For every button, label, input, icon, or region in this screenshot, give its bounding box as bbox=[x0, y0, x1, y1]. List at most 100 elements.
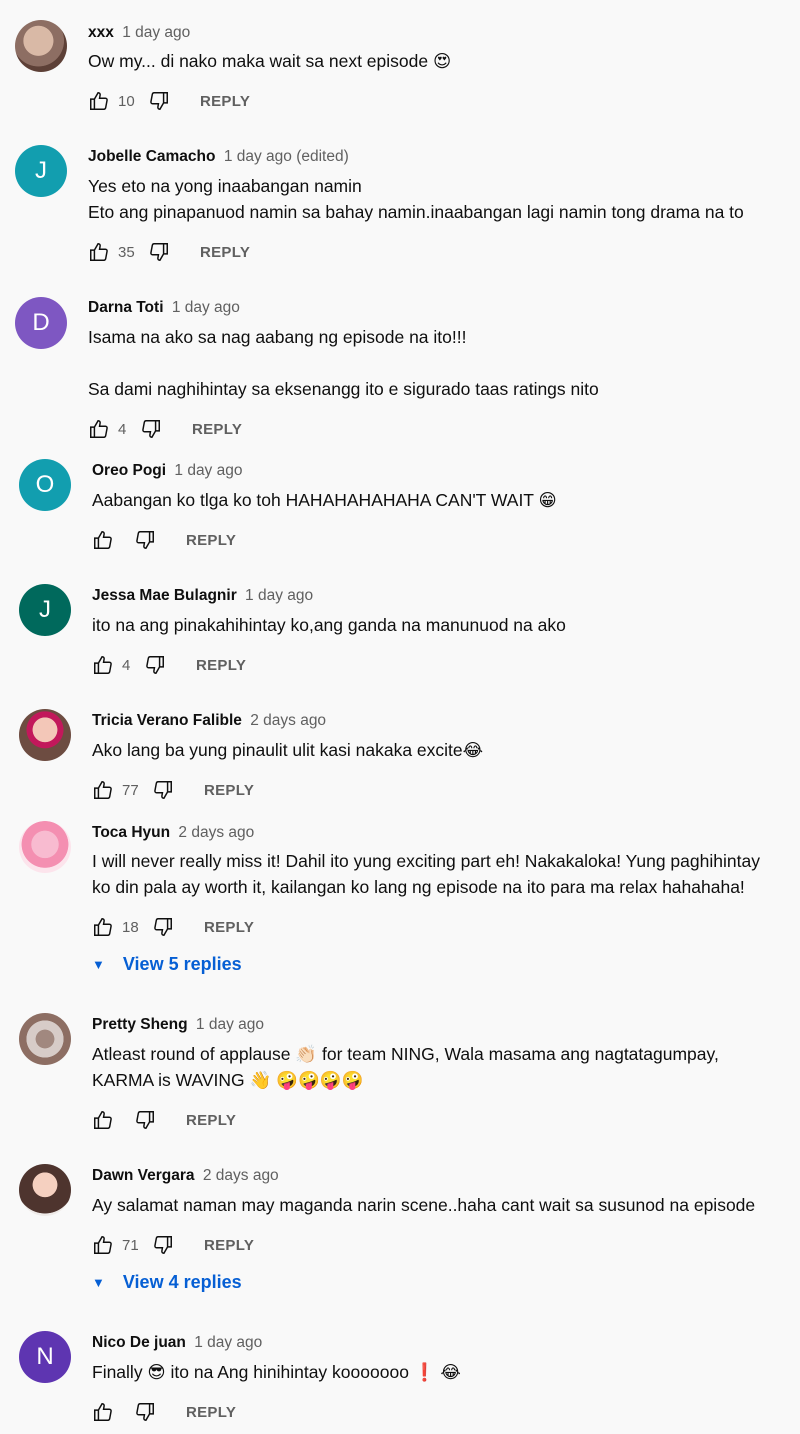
reply-button[interactable]: REPLY bbox=[200, 244, 250, 261]
author-name[interactable]: Jobelle Camacho bbox=[88, 148, 216, 165]
thumbs-up-icon[interactable] bbox=[92, 916, 114, 938]
timestamp[interactable]: 1 day ago bbox=[122, 24, 190, 41]
author-name[interactable]: Darna Toti bbox=[88, 299, 164, 316]
avatar[interactable] bbox=[19, 709, 71, 761]
comment-text: Ay salamat naman may maganda narin scene… bbox=[92, 1192, 755, 1218]
avatar-letter: D bbox=[32, 309, 50, 336]
thumbs-down-icon[interactable] bbox=[152, 916, 174, 938]
reply-button[interactable]: REPLY bbox=[200, 93, 250, 110]
like-count: 4 bbox=[122, 656, 131, 674]
comment-actions: 18 REPLY bbox=[92, 915, 254, 939]
timestamp[interactable]: 2 days ago bbox=[178, 824, 254, 841]
comment-header: Nico De juan 1 day ago bbox=[92, 1334, 262, 1352]
comment-line: ko din pala ay worth it, kailangan ko la… bbox=[92, 877, 745, 897]
timestamp[interactable]: 1 day ago bbox=[174, 462, 242, 479]
view-replies-label: View 5 replies bbox=[122, 954, 242, 974]
thumbs-down-icon[interactable] bbox=[134, 529, 156, 551]
comment-header: Jobelle Camacho 1 day ago (edited) bbox=[88, 148, 349, 166]
like-count: 18 bbox=[122, 918, 139, 936]
thumbs-down-icon[interactable] bbox=[134, 1401, 156, 1423]
avatar[interactable]: D bbox=[15, 297, 67, 349]
comment-line: I will never really miss it! Dahil ito y… bbox=[92, 851, 760, 871]
timestamp[interactable]: 1 day ago bbox=[196, 1016, 264, 1033]
reply-button[interactable]: REPLY bbox=[204, 919, 254, 936]
timestamp[interactable]: 1 day ago (edited) bbox=[224, 148, 349, 165]
caret-down-icon: ▼ bbox=[92, 1275, 105, 1290]
avatar[interactable] bbox=[15, 20, 67, 72]
comment-text: ito na ang pinakahihintay ko,ang ganda n… bbox=[92, 612, 566, 638]
comment-line: Ako lang ba yung pinaulit ulit kasi naka… bbox=[92, 740, 484, 760]
avatar[interactable] bbox=[19, 1164, 71, 1216]
reply-button[interactable]: REPLY bbox=[192, 421, 242, 438]
avatar[interactable]: J bbox=[19, 584, 71, 636]
thumbs-down-icon[interactable] bbox=[134, 1109, 156, 1131]
avatar[interactable]: J bbox=[15, 145, 67, 197]
author-name[interactable]: Toca Hyun bbox=[92, 824, 170, 841]
author-name[interactable]: Dawn Vergara bbox=[92, 1167, 195, 1184]
comment-line: Atleast round of applause 👏🏻 for team NI… bbox=[92, 1044, 719, 1064]
timestamp[interactable]: 1 day ago bbox=[194, 1334, 262, 1351]
comment-actions: 71 REPLY bbox=[92, 1233, 254, 1257]
author-name[interactable]: Tricia Verano Falible bbox=[92, 712, 242, 729]
comment-header: Oreo Pogi 1 day ago bbox=[92, 462, 242, 480]
thumbs-up-icon[interactable] bbox=[92, 1234, 114, 1256]
comment-line: Yes eto na yong inaabangan namin bbox=[88, 176, 362, 196]
avatar[interactable] bbox=[19, 1013, 71, 1065]
avatar[interactable]: N bbox=[19, 1331, 71, 1383]
thumbs-down-icon[interactable] bbox=[148, 241, 170, 263]
thumbs-up-icon[interactable] bbox=[92, 779, 114, 801]
thumbs-up-icon[interactable] bbox=[92, 654, 114, 676]
comment-header: Pretty Sheng 1 day ago bbox=[92, 1016, 264, 1034]
comment-actions: REPLY bbox=[92, 528, 236, 552]
reply-button[interactable]: REPLY bbox=[186, 1404, 236, 1421]
comment-actions: 77 REPLY bbox=[92, 778, 254, 802]
timestamp[interactable]: 2 days ago bbox=[203, 1167, 279, 1184]
comment-line: Finally 😎 ito na Ang hinihintay kooooooo… bbox=[92, 1362, 461, 1382]
thumbs-down-icon[interactable] bbox=[148, 90, 170, 112]
avatar-letter: J bbox=[35, 157, 47, 184]
reply-button[interactable]: REPLY bbox=[204, 1237, 254, 1254]
reply-button[interactable]: REPLY bbox=[186, 1112, 236, 1129]
view-replies-button[interactable]: ▼ View 4 replies bbox=[92, 1272, 242, 1293]
thumbs-up-icon[interactable] bbox=[92, 529, 114, 551]
thumbs-up-icon[interactable] bbox=[88, 241, 110, 263]
author-name[interactable]: Oreo Pogi bbox=[92, 462, 166, 479]
thumbs-down-icon[interactable] bbox=[140, 418, 162, 440]
comment-text: Ako lang ba yung pinaulit ulit kasi naka… bbox=[92, 737, 483, 763]
comment-actions: 35 REPLY bbox=[88, 240, 250, 264]
timestamp[interactable]: 2 days ago bbox=[250, 712, 326, 729]
thumbs-up-icon[interactable] bbox=[92, 1401, 114, 1423]
thumbs-down-icon[interactable] bbox=[144, 654, 166, 676]
author-name[interactable]: xxx bbox=[88, 24, 114, 41]
thumbs-up-icon[interactable] bbox=[92, 1109, 114, 1131]
author-name[interactable]: Jessa Mae Bulagnir bbox=[92, 587, 237, 604]
thumbs-down-icon[interactable] bbox=[152, 1234, 174, 1256]
thumbs-up-icon[interactable] bbox=[88, 418, 110, 440]
reply-button[interactable]: REPLY bbox=[196, 657, 246, 674]
thumbs-down-icon[interactable] bbox=[152, 779, 174, 801]
comment-text: Atleast round of applause 👏🏻 for team NI… bbox=[92, 1041, 719, 1093]
comment-actions: 4 REPLY bbox=[88, 417, 242, 441]
reply-button[interactable]: REPLY bbox=[204, 782, 254, 799]
comment-text: Yes eto na yong inaabangan namin Eto ang… bbox=[88, 173, 744, 225]
comment-line: Isama na ako sa nag aabang ng episode na… bbox=[88, 327, 467, 347]
reply-button[interactable]: REPLY bbox=[186, 532, 236, 549]
author-name[interactable]: Nico De juan bbox=[92, 1334, 186, 1351]
timestamp[interactable]: 1 day ago bbox=[172, 299, 240, 316]
view-replies-button[interactable]: ▼ View 5 replies bbox=[92, 954, 242, 975]
author-name[interactable]: Pretty Sheng bbox=[92, 1016, 188, 1033]
view-replies-label: View 4 replies bbox=[122, 1272, 242, 1292]
caret-down-icon: ▼ bbox=[92, 957, 105, 972]
avatar-letter: J bbox=[39, 596, 51, 623]
like-count: 77 bbox=[122, 781, 139, 799]
comment-line bbox=[88, 350, 599, 376]
comment-actions: 10 REPLY bbox=[88, 89, 250, 113]
avatar[interactable]: O bbox=[19, 459, 71, 511]
thumbs-up-icon[interactable] bbox=[88, 90, 110, 112]
comment-line: ito na ang pinakahihintay ko,ang ganda n… bbox=[92, 615, 566, 635]
comment-text: I will never really miss it! Dahil ito y… bbox=[92, 848, 760, 900]
timestamp[interactable]: 1 day ago bbox=[245, 587, 313, 604]
comment-line: Sa dami naghihintay sa eksenangg ito e s… bbox=[88, 379, 599, 399]
comment-header: Darna Toti 1 day ago bbox=[88, 299, 240, 317]
avatar[interactable] bbox=[19, 821, 71, 873]
